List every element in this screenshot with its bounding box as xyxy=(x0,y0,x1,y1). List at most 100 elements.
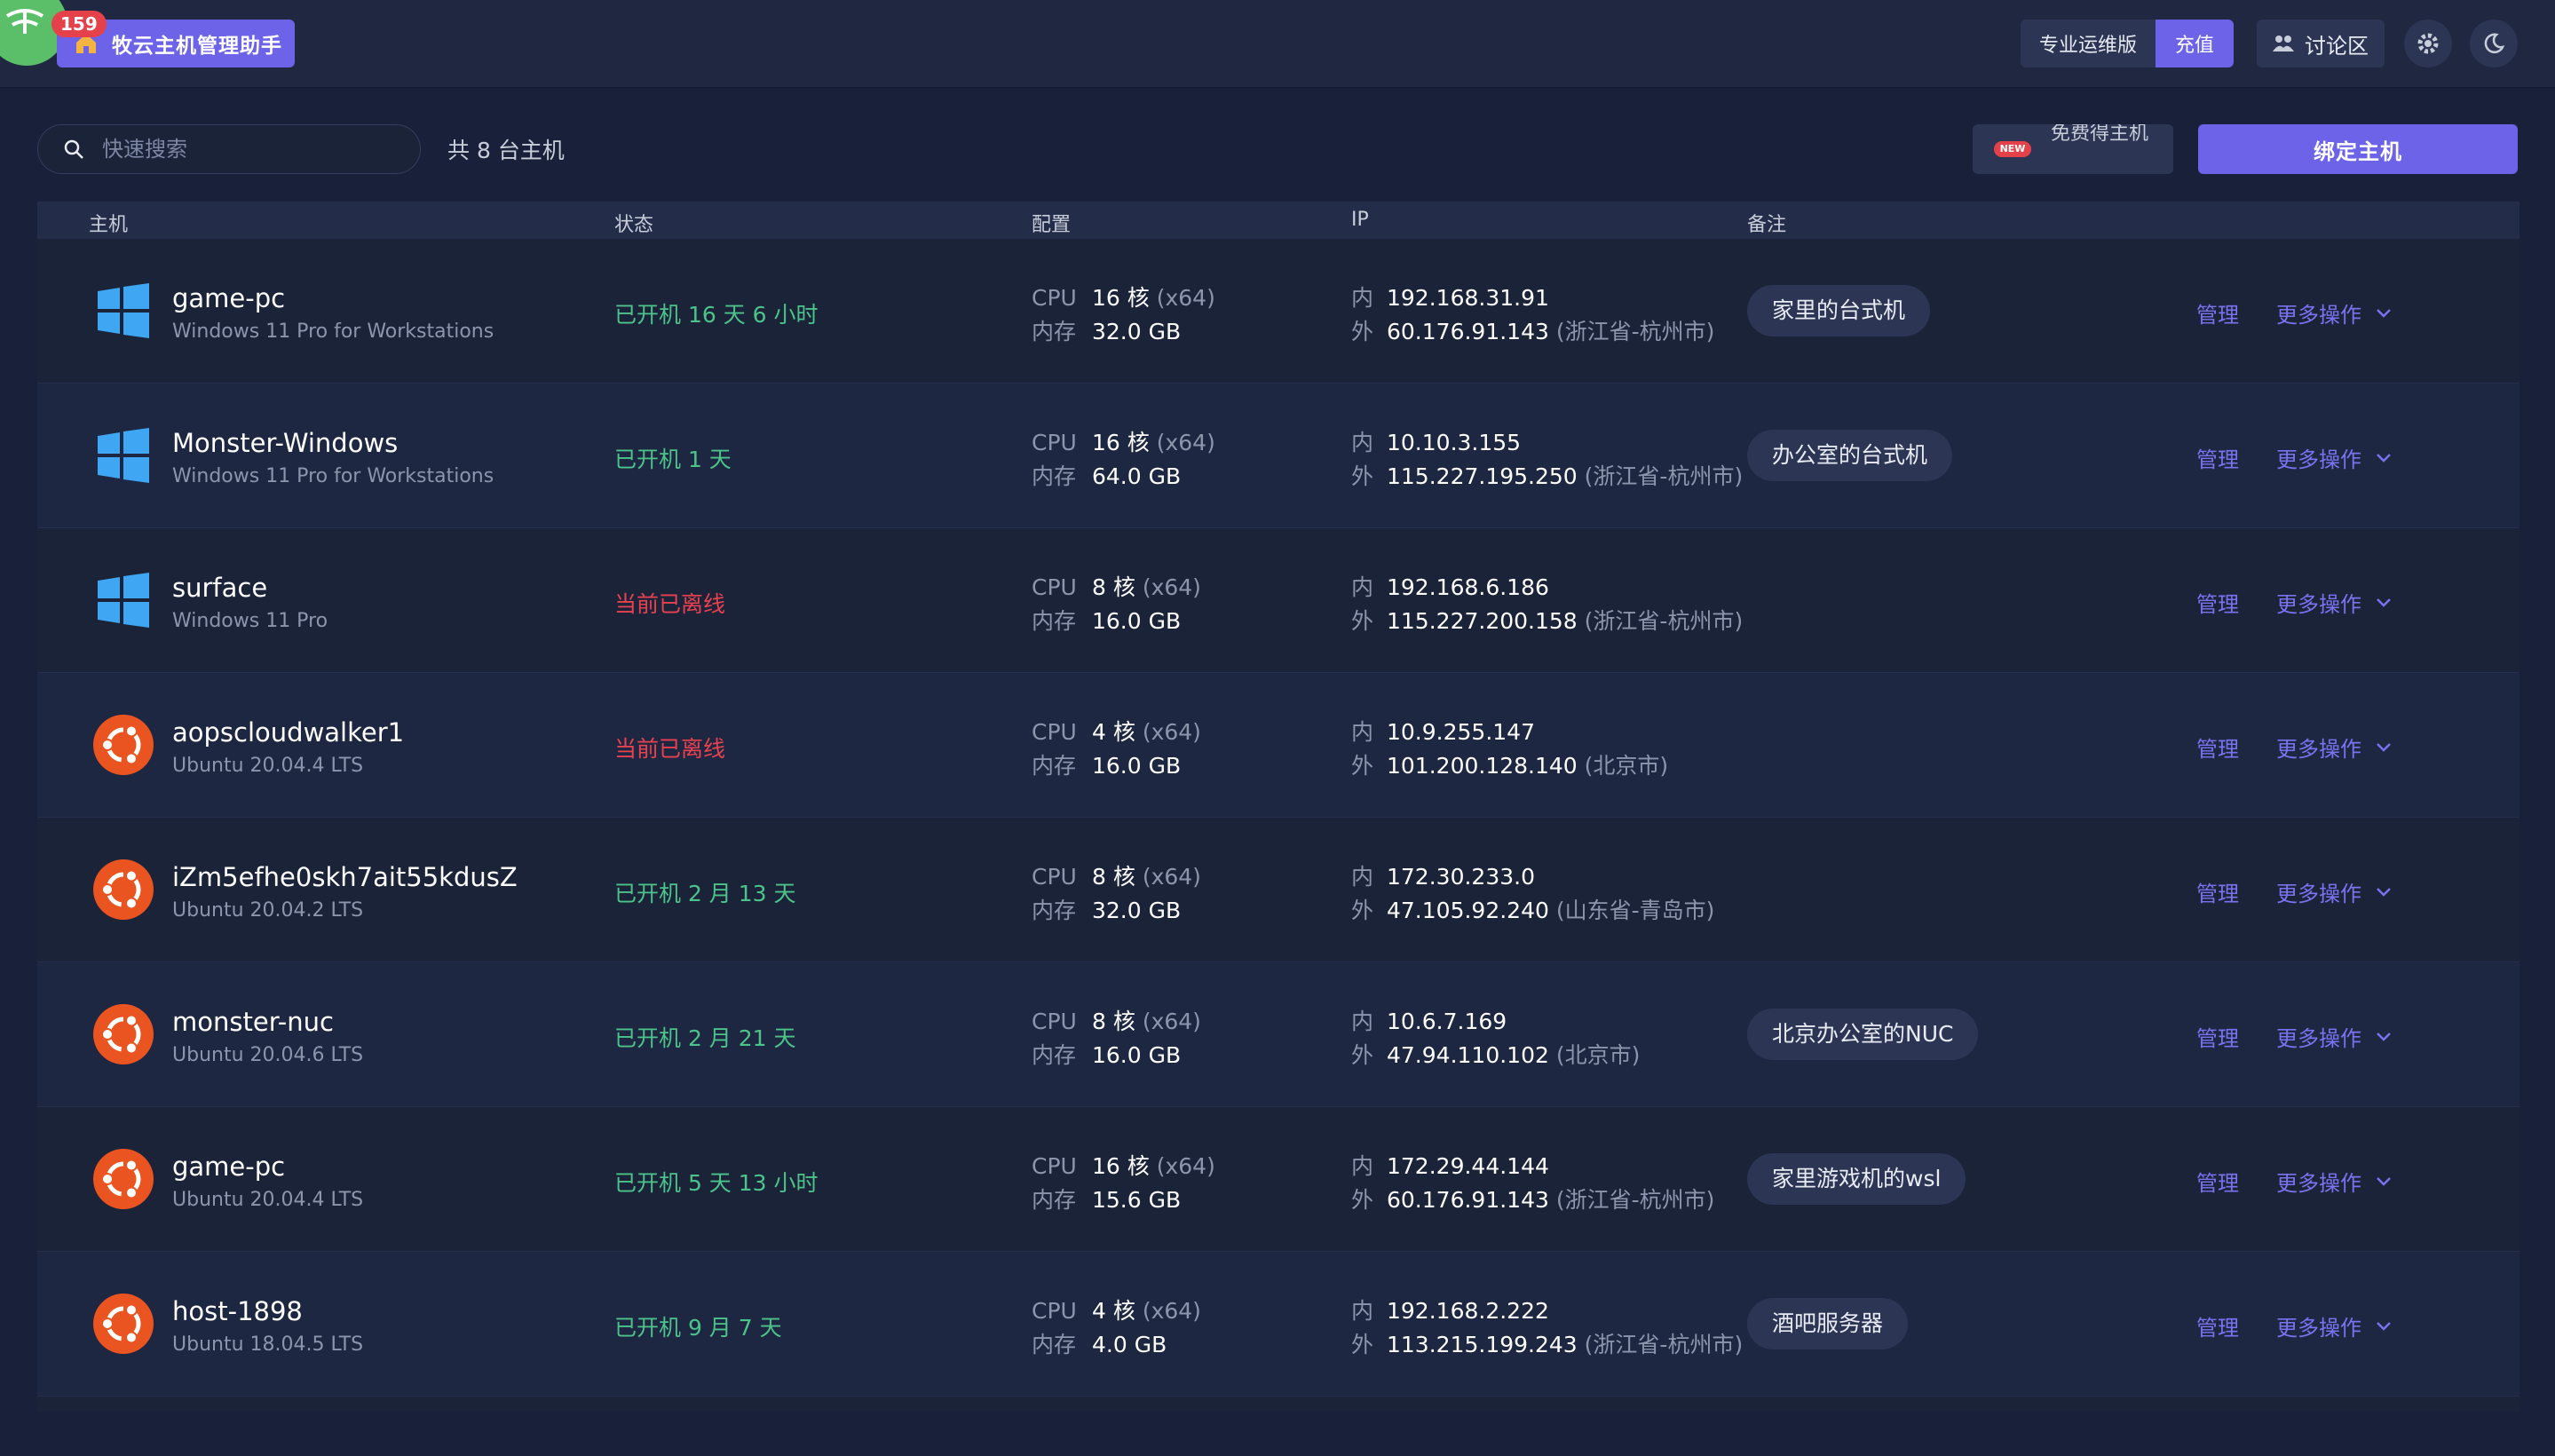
ubuntu-logo xyxy=(92,1003,154,1065)
ubuntu-icon xyxy=(93,1149,154,1209)
memory-label: 内存 xyxy=(1032,1187,1077,1213)
outer-ip-label: 外 xyxy=(1351,1042,1374,1068)
status-text: 已开机 9 月 7 天 xyxy=(614,1315,782,1341)
outer-ip: 101.200.128.140 xyxy=(1387,753,1578,779)
cpu-cores: 16 核 xyxy=(1092,285,1150,311)
cpu-cores: 16 核 xyxy=(1092,430,1150,455)
settings-button[interactable] xyxy=(2404,20,2452,67)
host-name[interactable]: host-1898 xyxy=(172,1296,303,1326)
note-tag: 家里的台式机 xyxy=(1747,285,1931,336)
top-bar: 159 牧云主机管理助手 专业运维版 充值 讨论区 xyxy=(0,0,2555,88)
free-host-button[interactable]: NEW 免费得主机 xyxy=(1973,124,2173,174)
note-tag: 办公室的台式机 xyxy=(1747,430,1953,481)
manage-link[interactable]: 管理 xyxy=(2196,1166,2239,1197)
more-actions-dropdown[interactable]: 更多操作 xyxy=(2276,1021,2392,1052)
host-name[interactable]: monster-nuc xyxy=(172,1007,334,1037)
inner-ip: 192.168.6.186 xyxy=(1387,574,1549,600)
ip-region: (浙江省-杭州市) xyxy=(1584,608,1744,634)
host-name[interactable]: Monster-Windows xyxy=(172,428,398,458)
more-actions-dropdown[interactable]: 更多操作 xyxy=(2276,587,2392,618)
ubuntu-logo xyxy=(92,1148,154,1210)
inner-ip: 10.6.7.169 xyxy=(1387,1009,1507,1034)
chevron-down-icon xyxy=(2377,453,2391,463)
config-cell: CPU 16 核 (x64) 内存 32.0 GB xyxy=(1032,281,1215,349)
ip-region: (浙江省-杭州市) xyxy=(1555,319,1715,344)
more-actions-label: 更多操作 xyxy=(2276,1026,2361,1051)
config-cell: CPU 8 核 (x64) 内存 32.0 GB xyxy=(1032,860,1201,928)
more-actions-dropdown[interactable]: 更多操作 xyxy=(2276,1310,2392,1341)
ubuntu-logo xyxy=(92,859,154,921)
more-actions-dropdown[interactable]: 更多操作 xyxy=(2276,732,2392,763)
manage-link[interactable]: 管理 xyxy=(2196,876,2239,907)
manage-link[interactable]: 管理 xyxy=(2196,1021,2239,1052)
table-row: iZm5efhe0skh7ait55kdusZ Ubuntu 20.04.2 L… xyxy=(37,818,2519,962)
search-input[interactable] xyxy=(100,136,388,162)
forum-button[interactable]: 讨论区 xyxy=(2257,20,2385,67)
inner-ip-label: 内 xyxy=(1351,285,1374,311)
cpu-arch: (x64) xyxy=(1142,574,1201,600)
moon-icon xyxy=(2484,33,2505,53)
chevron-down-icon xyxy=(2377,1176,2391,1186)
more-actions-label: 更多操作 xyxy=(2276,1316,2361,1341)
manage-link[interactable]: 管理 xyxy=(2196,297,2239,328)
memory-label: 内存 xyxy=(1032,608,1077,634)
outer-ip: 47.94.110.102 xyxy=(1387,1042,1549,1068)
outer-ip-label: 外 xyxy=(1351,1187,1374,1213)
theme-toggle-button[interactable] xyxy=(2470,20,2518,67)
table-row: surface Windows 11 Pro 当前已离线 CPU 8 核 (x64… xyxy=(37,528,2519,673)
search-box[interactable] xyxy=(37,124,421,174)
host-name[interactable]: game-pc xyxy=(172,1151,285,1182)
windows-icon xyxy=(98,283,149,338)
memory-value: 16.0 GB xyxy=(1092,1042,1182,1068)
manage-link[interactable]: 管理 xyxy=(2196,442,2239,473)
recharge-button[interactable]: 充值 xyxy=(2156,20,2234,67)
ip-cell: 内 172.30.233.0 外 47.105.92.240 (山东省-青岛市) xyxy=(1351,860,1714,928)
table-row: game-pc Ubuntu 20.04.4 LTS 已开机 5 天 13 小时… xyxy=(37,1107,2519,1252)
host-name[interactable]: aopscloudwalker1 xyxy=(172,717,404,748)
more-actions-label: 更多操作 xyxy=(2276,447,2361,472)
status-text: 已开机 2 月 21 天 xyxy=(614,1025,796,1051)
outer-ip-label: 外 xyxy=(1351,898,1374,923)
bind-host-button[interactable]: 绑定主机 xyxy=(2198,124,2518,174)
host-name[interactable]: surface xyxy=(172,573,267,603)
inner-ip-label: 内 xyxy=(1351,430,1374,455)
ubuntu-logo xyxy=(92,714,154,776)
cpu-arch: (x64) xyxy=(1142,864,1201,890)
more-actions-dropdown[interactable]: 更多操作 xyxy=(2276,442,2392,473)
plan-group: 专业运维版 充值 xyxy=(2021,20,2234,67)
table-row: host-1898 Ubuntu 18.04.5 LTS 已开机 9 月 7 天… xyxy=(37,1252,2519,1397)
manage-link[interactable]: 管理 xyxy=(2196,1310,2239,1341)
host-name[interactable]: game-pc xyxy=(172,283,285,313)
chevron-down-icon xyxy=(2377,1032,2391,1041)
cpu-label: CPU xyxy=(1032,1009,1077,1034)
host-os: Windows 11 Pro xyxy=(172,610,328,632)
manage-link[interactable]: 管理 xyxy=(2196,587,2239,618)
column-note: 备注 xyxy=(1747,214,1787,236)
cpu-cores: 16 核 xyxy=(1092,1153,1150,1179)
more-actions-dropdown[interactable]: 更多操作 xyxy=(2276,876,2392,907)
cpu-arch: (x64) xyxy=(1156,1153,1215,1179)
free-host-label: 免费得主机 xyxy=(2051,124,2149,145)
ubuntu-icon xyxy=(93,715,154,775)
memory-label: 内存 xyxy=(1032,1332,1077,1357)
host-os: Ubuntu 20.04.4 LTS xyxy=(172,1189,364,1211)
more-actions-dropdown[interactable]: 更多操作 xyxy=(2276,1166,2392,1197)
host-os: Ubuntu 20.04.6 LTS xyxy=(172,1044,364,1066)
memory-label: 内存 xyxy=(1032,463,1077,489)
windows-logo xyxy=(92,280,154,342)
cpu-label: CPU xyxy=(1032,430,1077,455)
outer-ip-label: 外 xyxy=(1351,608,1374,634)
cpu-label: CPU xyxy=(1032,1153,1077,1179)
plan-label[interactable]: 专业运维版 xyxy=(2021,20,2156,67)
ip-region: (山东省-青岛市) xyxy=(1555,898,1715,923)
windows-logo xyxy=(92,424,154,487)
notification-badge: 159 xyxy=(51,11,107,37)
host-os: Windows 11 Pro for Workstations xyxy=(172,320,494,343)
column-host: 主机 xyxy=(89,214,129,236)
manage-link[interactable]: 管理 xyxy=(2196,732,2239,763)
inner-ip: 192.168.31.91 xyxy=(1387,285,1549,311)
cpu-arch: (x64) xyxy=(1156,285,1215,311)
more-actions-dropdown[interactable]: 更多操作 xyxy=(2276,297,2392,328)
host-name[interactable]: iZm5efhe0skh7ait55kdusZ xyxy=(172,862,518,892)
column-config: 配置 xyxy=(1032,214,1072,236)
